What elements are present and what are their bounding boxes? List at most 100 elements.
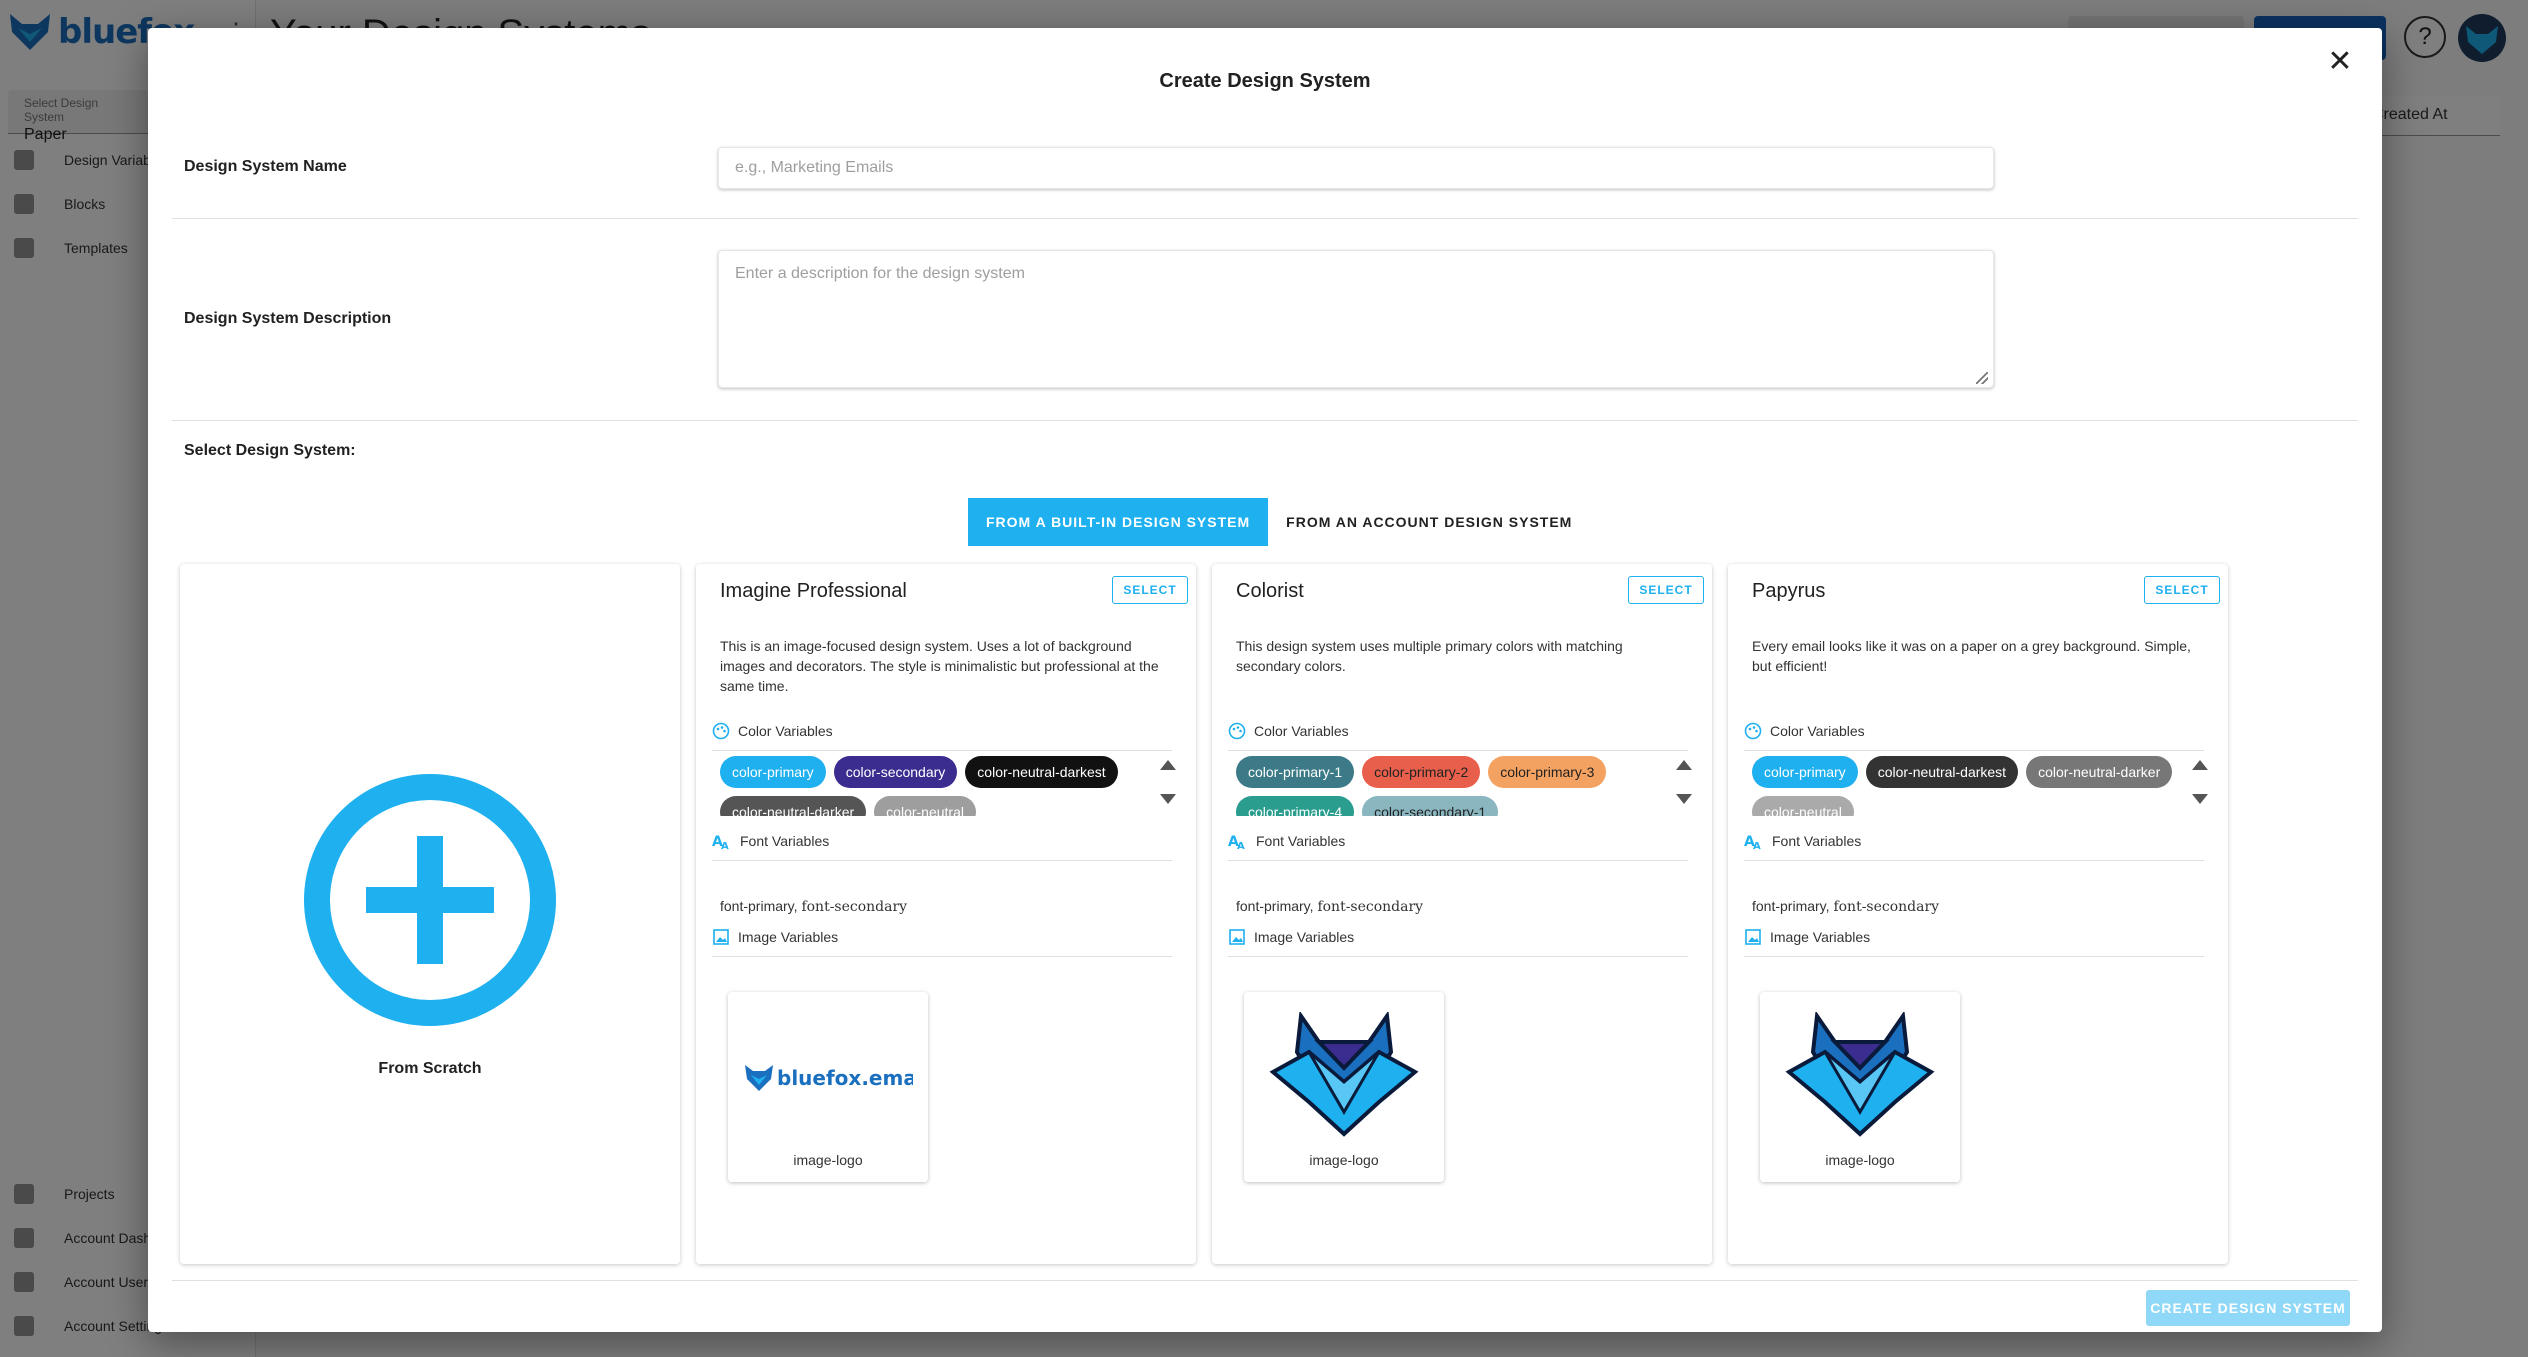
color-chip: color-neutral [874, 796, 976, 816]
color-variables-header: Color Variables [1744, 722, 1865, 740]
divider [1744, 750, 2204, 751]
image-variables-header: Image Variables [1228, 928, 1354, 946]
design-system-description: Every email looks like it was on a paper… [1752, 638, 2191, 674]
color-chip: color-primary-3 [1488, 756, 1607, 788]
source-tabs: FROM A BUILT-IN DESIGN SYSTEM FROM AN AC… [968, 498, 1591, 546]
font-primary-name: font-primary [1752, 898, 1826, 914]
color-chip: color-primary [1752, 756, 1858, 788]
from-scratch-label: From Scratch [378, 1060, 482, 1077]
font-variables-label: Font Variables [1772, 833, 1862, 849]
select-button[interactable]: SELECT [1628, 576, 1704, 604]
image-variable-tile[interactable]: image-logo [1244, 992, 1444, 1182]
scroll-up-icon[interactable] [2192, 760, 2208, 770]
font-variables-list: font-primary, font-secondary [1236, 898, 1424, 915]
palette-icon [712, 722, 730, 740]
font-variables-label: Font Variables [740, 833, 830, 849]
divider [172, 218, 2358, 219]
logo-wordmark-text: bluefox.email [777, 1066, 913, 1090]
from-scratch-card[interactable]: From Scratch [180, 564, 680, 1264]
design-system-card-imagine-professional: Imagine Professional SELECT This is an i… [696, 564, 1196, 1264]
scroll-down-icon[interactable] [1160, 794, 1176, 804]
chip-scrollbar[interactable] [1674, 760, 1694, 814]
design-system-name: Imagine Professional [720, 580, 907, 602]
font-icon: AA [1228, 834, 1245, 850]
image-variables-label: Image Variables [1254, 929, 1355, 945]
color-variables-label: Color Variables [1770, 723, 1865, 739]
scroll-down-icon[interactable] [2192, 794, 2208, 804]
select-button[interactable]: SELECT [2144, 576, 2220, 604]
image-variable-label: image-logo [1825, 1152, 1895, 1168]
scroll-up-icon[interactable] [1160, 760, 1176, 770]
bluefox-wordmark-logo: bluefox.email [745, 1065, 913, 1091]
color-variables-header: Color Variables [1228, 722, 1349, 740]
image-icon [713, 929, 729, 945]
image-variables-header: Image Variables [1744, 928, 1870, 946]
font-variables-label: Font Variables [1256, 833, 1346, 849]
font-variables-list: font-primary, font-secondary [720, 898, 908, 915]
divider [1744, 860, 2204, 861]
design-system-name: Colorist [1236, 580, 1304, 602]
design-system-description: This is an image-focused design system. … [720, 638, 1159, 694]
palette-icon [1228, 722, 1246, 740]
font-primary-name: font-primary [720, 898, 794, 914]
select-button[interactable]: SELECT [1112, 576, 1188, 604]
scroll-down-icon[interactable] [1676, 794, 1692, 804]
font-variables-list: font-primary, font-secondary [1752, 898, 1940, 915]
divider [1744, 956, 2204, 957]
image-thumbnail [1244, 1002, 1444, 1152]
select-design-system-label: Select Design System: [184, 442, 356, 459]
fox-logo-image [1785, 1012, 1935, 1137]
font-secondary-name: font-secondary [1833, 899, 1940, 915]
resize-handle-icon[interactable] [1976, 372, 1988, 384]
design-system-name-input[interactable] [718, 147, 1994, 189]
font-variables-header: AA Font Variables [1744, 832, 1861, 850]
image-icon [1229, 929, 1245, 945]
chip-scrollbar[interactable] [2190, 760, 2210, 814]
dialog-title: Create Design System [1159, 70, 1371, 92]
image-variable-tile[interactable]: image-logo [1760, 992, 1960, 1182]
font-secondary-name: font-secondary [801, 899, 908, 915]
design-system-card-papyrus: Papyrus SELECT Every email looks like it… [1728, 564, 2228, 1264]
image-variable-tile[interactable]: bluefox.email image-logo [728, 992, 928, 1182]
color-chip-list: color-primary-1 color-primary-2 color-pr… [1236, 756, 1662, 816]
close-icon[interactable]: ✕ [2318, 40, 2362, 84]
image-variables-label: Image Variables [738, 929, 839, 945]
divider [172, 420, 2358, 421]
divider [712, 860, 1172, 861]
font-icon: AA [712, 834, 729, 850]
image-icon [1745, 929, 1761, 945]
svg-text:A: A [1237, 841, 1245, 850]
color-chip: color-neutral [1752, 796, 1854, 816]
font-primary-name: font-primary [1236, 898, 1310, 914]
color-chip: color-primary-4 [1236, 796, 1355, 816]
divider [172, 1280, 2358, 1281]
color-variables-label: Color Variables [1254, 723, 1349, 739]
color-chip: color-primary-1 [1236, 756, 1355, 788]
design-system-description-input[interactable] [718, 250, 1994, 388]
chip-scrollbar[interactable] [1158, 760, 1178, 814]
font-icon: AA [1744, 834, 1761, 850]
create-design-system-button[interactable]: CREATE DESIGN SYSTEM [2146, 1290, 2350, 1326]
color-chip: color-secondary [833, 756, 958, 788]
image-variables-header: Image Variables [712, 928, 838, 946]
svg-text:A: A [721, 841, 729, 850]
design-system-description: This design system uses multiple primary… [1236, 638, 1623, 674]
scroll-up-icon[interactable] [1676, 760, 1692, 770]
svg-text:A: A [1753, 841, 1761, 850]
palette-icon [1744, 722, 1762, 740]
tab-built-in[interactable]: FROM A BUILT-IN DESIGN SYSTEM [968, 498, 1269, 546]
color-variables-header: Color Variables [712, 722, 833, 740]
image-thumbnail: bluefox.email [728, 1002, 928, 1152]
divider [1228, 956, 1688, 957]
color-chip: color-neutral-darker [720, 796, 867, 816]
image-variables-label: Image Variables [1770, 929, 1871, 945]
color-chip: color-neutral-darkest [965, 756, 1118, 788]
tab-account[interactable]: FROM AN ACCOUNT DESIGN SYSTEM [1268, 498, 1591, 546]
description-label: Design System Description [184, 310, 392, 327]
color-chip: color-neutral-darkest [1865, 756, 2019, 788]
create-design-system-dialog: Create Design System ✕ Design System Nam… [148, 28, 2382, 1332]
design-system-card-colorist: Colorist SELECT This design system uses … [1212, 564, 1712, 1264]
image-variable-label: image-logo [1309, 1152, 1379, 1168]
font-variables-header: AA Font Variables [712, 832, 829, 850]
color-chip: color-primary [720, 756, 826, 788]
